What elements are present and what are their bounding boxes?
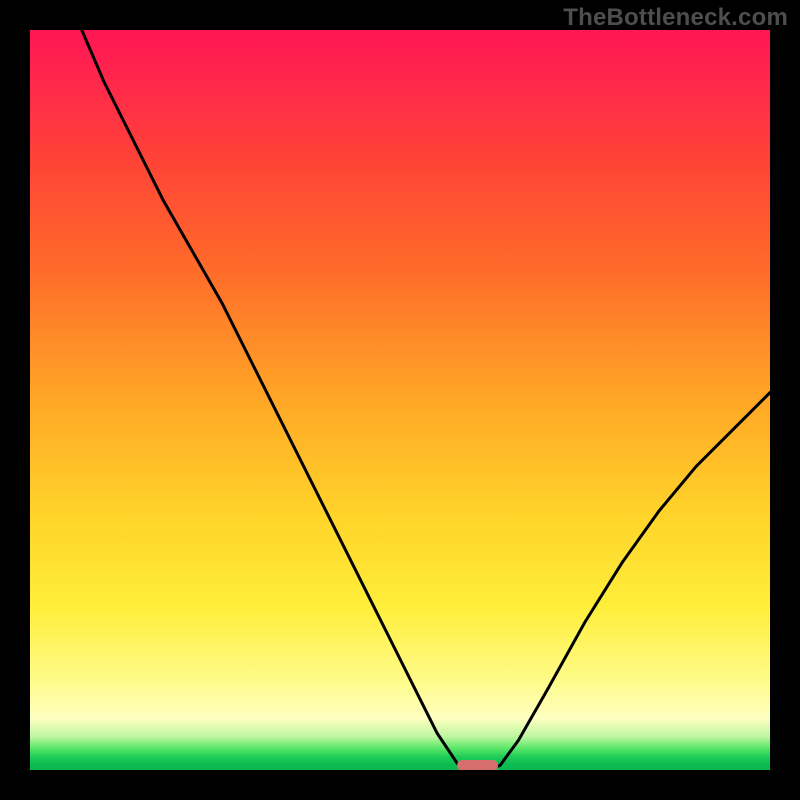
chart-frame: TheBottleneck.com <box>0 0 800 800</box>
plot-area <box>30 30 770 770</box>
bottleneck-curve <box>30 30 770 770</box>
optimal-point-marker <box>457 760 498 770</box>
curve-path <box>82 30 770 768</box>
watermark-label: TheBottleneck.com <box>563 4 788 32</box>
